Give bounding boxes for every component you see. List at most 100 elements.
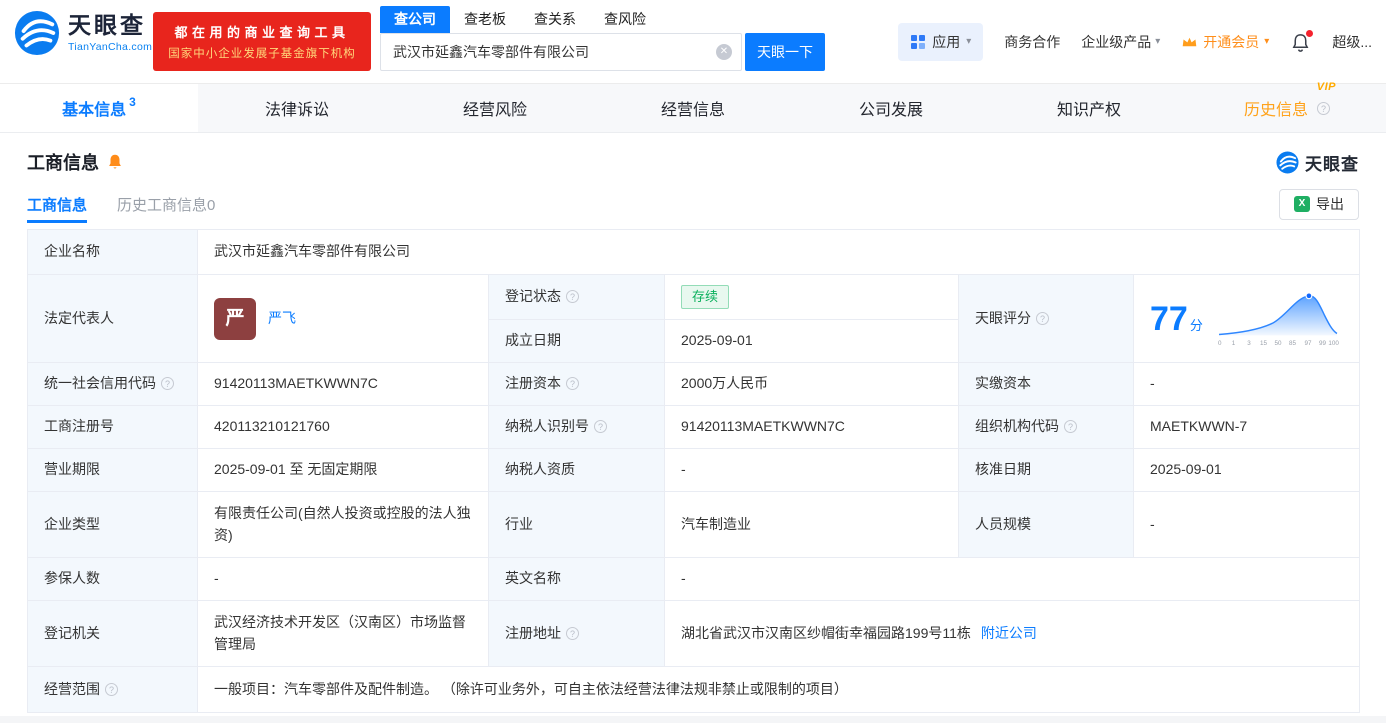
apps-menu[interactable]: 应用 xyxy=(898,23,984,61)
vip-upgrade-label: 开通会员 xyxy=(1203,34,1260,50)
field-label: 纳税人识别号 xyxy=(505,418,589,435)
business-cooperation-link[interactable]: 商务合作 xyxy=(1004,32,1060,52)
info-icon[interactable] xyxy=(105,682,118,696)
field-label: 组织机构代码 xyxy=(975,418,1059,435)
table-row: 参保人数 - 英文名称 - xyxy=(27,557,1361,602)
excel-icon xyxy=(1294,196,1310,212)
english-name-value: - xyxy=(663,557,1361,602)
field-label: 实缴资本 xyxy=(975,375,1031,392)
search-tab-company[interactable]: 查公司 xyxy=(380,6,450,33)
promo-badge: 都在用的商业查询工具 国家中小企业发展子基金旗下机构 xyxy=(153,12,371,71)
table-row: 经营范围 一般项目：汽车零部件及配件制造。 （除许可业务外，可自主依法经营法律法… xyxy=(27,666,1361,714)
search-area: 查公司 查老板 查关系 查风险 天眼一下 xyxy=(380,6,825,71)
insured-count-value: - xyxy=(197,557,489,602)
score-label: 天眼评分 xyxy=(958,273,1134,364)
chart-tick: 3 xyxy=(1247,340,1251,347)
industry-value: 汽车制造业 xyxy=(664,491,959,559)
score-unit: 分 xyxy=(1189,317,1203,333)
tab-business-info[interactable]: 经营信息 xyxy=(594,84,792,132)
info-icon[interactable] xyxy=(566,290,579,304)
header-right-menu: 应用 商务合作 企业级产品 开通会员 xyxy=(898,0,1372,84)
brand-domain: TianYanCha.com xyxy=(68,40,153,53)
reg-address-value: 湖北省武汉市汉南区纱帽街幸福园路199号11栋 附近公司 xyxy=(663,600,1361,668)
field-label: 核准日期 xyxy=(975,461,1031,478)
field-label: 参保人数 xyxy=(44,570,100,587)
info-icon[interactable] xyxy=(1036,311,1049,325)
info-icon[interactable] xyxy=(1317,101,1330,115)
info-icon[interactable] xyxy=(566,626,579,640)
section-title: 工商信息 xyxy=(27,153,99,173)
field-label: 企业名称 xyxy=(44,243,100,260)
tab-legal-proceedings[interactable]: 法律诉讼 xyxy=(198,84,396,132)
chart-tick: 1 xyxy=(1232,340,1236,347)
search-tab-boss[interactable]: 查老板 xyxy=(450,6,520,33)
tab-company-development[interactable]: 公司发展 xyxy=(792,84,990,132)
business-info-table: 企业名称 武汉市延鑫汽车零部件有限公司 法定代表人 严 严飞 登记状态? 存续 … xyxy=(27,229,1361,714)
chart-tick: 0 xyxy=(1218,340,1222,347)
chevron-down-icon xyxy=(1155,37,1160,47)
promo-line1: 都在用的商业查询工具 xyxy=(174,25,350,40)
legal-rep-avatar[interactable]: 严 xyxy=(214,297,256,340)
main-nav-tabs: 基本信息 3 法律诉讼 经营风险 经营信息 公司发展 知识产权 历史信息 VIP xyxy=(0,81,1386,133)
search-tab-risk[interactable]: 查风险 xyxy=(590,6,660,33)
tab-label: 基本信息 xyxy=(62,102,127,119)
approval-date-label: 核准日期 xyxy=(958,448,1134,493)
tab-basic-info[interactable]: 基本信息 3 xyxy=(0,84,198,132)
tab-intellectual-property[interactable]: 知识产权 xyxy=(990,84,1188,132)
legal-rep-link[interactable]: 严飞 xyxy=(268,308,296,330)
legal-rep-label: 法定代表人 xyxy=(27,273,198,364)
org-code-label: 组织机构代码 xyxy=(958,405,1134,450)
info-icon[interactable] xyxy=(1064,420,1077,434)
field-label: 企业类型 xyxy=(44,515,100,532)
clear-icon[interactable] xyxy=(716,44,732,60)
export-button[interactable]: 导出 xyxy=(1279,188,1359,220)
notification-bell-icon[interactable] xyxy=(1290,29,1314,53)
business-term-label: 营业期限 xyxy=(27,448,198,493)
field-label: 法定代表人 xyxy=(44,309,114,326)
enterprise-products-menu[interactable]: 企业级产品 xyxy=(1081,32,1160,52)
search-button[interactable]: 天眼一下 xyxy=(745,33,825,71)
reg-authority-label: 登记机关 xyxy=(27,600,198,668)
subtab-business-info[interactable]: 工商信息 xyxy=(27,185,88,223)
info-icon[interactable] xyxy=(161,377,174,391)
info-icon[interactable] xyxy=(566,377,579,391)
brand-logo[interactable]: 天眼查 TianYanCha.com xyxy=(14,10,152,56)
field-label: 营业期限 xyxy=(44,461,100,478)
monitor-bell-icon[interactable] xyxy=(106,153,124,171)
chart-tick: 99 xyxy=(1319,340,1326,347)
subtab-history-business-info[interactable]: 历史工商信息0 xyxy=(117,185,215,223)
search-tab-relation[interactable]: 查关系 xyxy=(520,6,590,33)
info-icon[interactable] xyxy=(594,420,607,434)
super-vip-link[interactable]: 超级... xyxy=(1332,32,1372,52)
tab-operation-risk[interactable]: 经营风险 xyxy=(396,84,594,132)
tianyancha-logo-icon xyxy=(14,10,60,56)
score-widget: 77 分 0 1 3 15 50 85 97 99 100 xyxy=(1150,290,1343,348)
reg-number-label: 工商注册号 xyxy=(27,405,198,450)
page-bottom-strip xyxy=(0,716,1386,723)
reg-address-label: 注册地址 xyxy=(488,600,665,668)
score-value: 77 分 0 1 3 15 50 85 97 99 100 xyxy=(1132,273,1361,364)
company-name-label: 企业名称 xyxy=(27,229,198,275)
chart-tick: 50 xyxy=(1274,340,1281,347)
tab-history-info[interactable]: 历史信息 VIP xyxy=(1188,81,1386,132)
chevron-down-icon xyxy=(1264,37,1269,47)
search-input[interactable] xyxy=(380,33,742,71)
staff-size-label: 人员规模 xyxy=(958,491,1134,559)
establish-date-value: 2025-09-01 xyxy=(664,319,959,364)
table-row: 企业类型 有限责任公司(自然人投资或控股的法人独资) 行业 汽车制造业 人员规模… xyxy=(27,491,1361,559)
field-label: 登记机关 xyxy=(44,624,100,641)
apps-label: 应用 xyxy=(932,34,961,50)
score-marker-dot xyxy=(1305,291,1313,299)
search-tabs: 查公司 查老板 查关系 查风险 xyxy=(380,6,825,33)
reg-capital-label: 注册资本 xyxy=(488,362,665,407)
export-label: 导出 xyxy=(1316,196,1344,212)
brand-name: 天眼查 xyxy=(68,12,146,39)
org-code-value: MAETKWWN-7 xyxy=(1132,405,1361,450)
credit-code-value: 91420113MAETKWWN7C xyxy=(197,362,489,407)
table-row: 统一社会信用代码 91420113MAETKWWN7C 注册资本 2000万人民… xyxy=(27,362,1361,407)
field-label: 注册地址 xyxy=(505,624,561,641)
nearby-companies-link[interactable]: 附近公司 xyxy=(981,625,1037,641)
vip-upgrade-menu[interactable]: 开通会员 xyxy=(1181,32,1269,52)
address-text: 湖北省武汉市汉南区纱帽街幸福园路199号11栋 xyxy=(681,624,971,641)
table-row: 工商注册号 420113210121760 纳税人识别号 91420113MAE… xyxy=(27,405,1361,450)
